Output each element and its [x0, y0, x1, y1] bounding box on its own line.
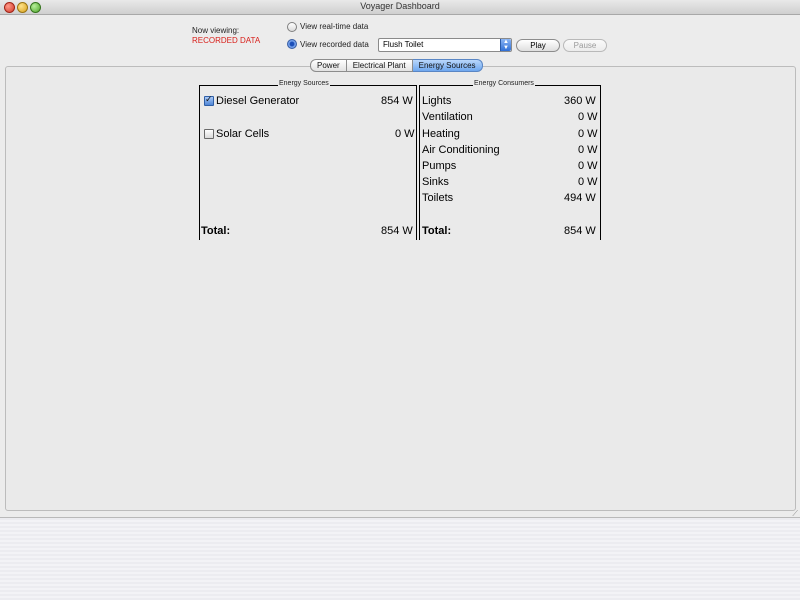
recording-select[interactable]: Flush Toilet ▲ ▼	[378, 38, 512, 52]
consumers-group-title: Energy Consumers	[473, 80, 535, 87]
now-viewing-value: RECORDED DATA	[192, 36, 261, 45]
diesel-generator-value: 854 W	[381, 95, 413, 107]
dashboard-window: Voyager Dashboard Now viewing: RECORDED …	[0, 0, 800, 518]
consumer-heating-label: Heating	[422, 128, 460, 140]
sources-right-border	[416, 85, 417, 240]
consumer-air-conditioning-value: 0 W	[578, 144, 598, 156]
play-button[interactable]: Play	[516, 39, 560, 52]
tab-energy-sources[interactable]: Energy Sources	[412, 59, 483, 72]
diesel-generator-label[interactable]: Diesel Generator	[216, 95, 299, 107]
consumer-sinks-label: Sinks	[422, 176, 449, 188]
recorded-radio-label[interactable]: View recorded data	[300, 40, 369, 49]
consumer-ventilation-label: Ventilation	[422, 111, 473, 123]
recording-select-value: Flush Toilet	[383, 40, 424, 49]
sources-total-label: Total:	[201, 225, 231, 237]
consumers-right-border	[600, 85, 601, 240]
sources-total-value: 854 W	[381, 225, 413, 237]
consumers-total-label: Total:	[422, 225, 452, 237]
solar-cells-value: 0 W	[395, 128, 415, 140]
tab-power[interactable]: Power	[310, 59, 347, 72]
resize-grip-icon[interactable]: ⟋	[792, 509, 798, 519]
consumers-left-border	[419, 85, 420, 240]
sources-group-title: Energy Sources	[278, 80, 330, 87]
consumers-total-value: 854 W	[564, 225, 596, 237]
solar-cells-label[interactable]: Solar Cells	[216, 128, 269, 140]
consumer-heating-value: 0 W	[578, 128, 598, 140]
consumer-toilets-value: 494 W	[564, 192, 596, 204]
consumer-toilets-label: Toilets	[422, 192, 454, 204]
realtime-radio[interactable]	[287, 22, 297, 32]
diesel-generator-checkbox[interactable]	[204, 94, 214, 106]
sources-left-border	[199, 85, 200, 240]
recorded-radio[interactable]	[287, 39, 297, 49]
consumer-sinks-value: 0 W	[578, 176, 598, 188]
consumer-lights-value: 360 W	[564, 95, 596, 107]
now-viewing-label: Now viewing:	[192, 26, 240, 35]
tab-electrical-plant[interactable]: Electrical Plant	[346, 59, 413, 72]
consumer-lights-label: Lights	[422, 95, 452, 107]
consumer-pumps-label: Pumps	[422, 160, 457, 172]
consumer-air-conditioning-label: Air Conditioning	[422, 144, 500, 156]
pause-button[interactable]: Pause	[563, 39, 607, 52]
updown-arrows-icon: ▲ ▼	[500, 39, 511, 51]
window-title: Voyager Dashboard	[360, 1, 440, 11]
solar-cells-checkbox[interactable]	[204, 129, 214, 139]
consumer-pumps-value: 0 W	[578, 160, 598, 172]
realtime-radio-label[interactable]: View real-time data	[300, 22, 368, 31]
tab-bar: Power Electrical Plant Energy Sources	[310, 59, 483, 72]
consumer-ventilation-value: 0 W	[578, 111, 598, 123]
title-bar[interactable]: Voyager Dashboard	[0, 0, 800, 15]
